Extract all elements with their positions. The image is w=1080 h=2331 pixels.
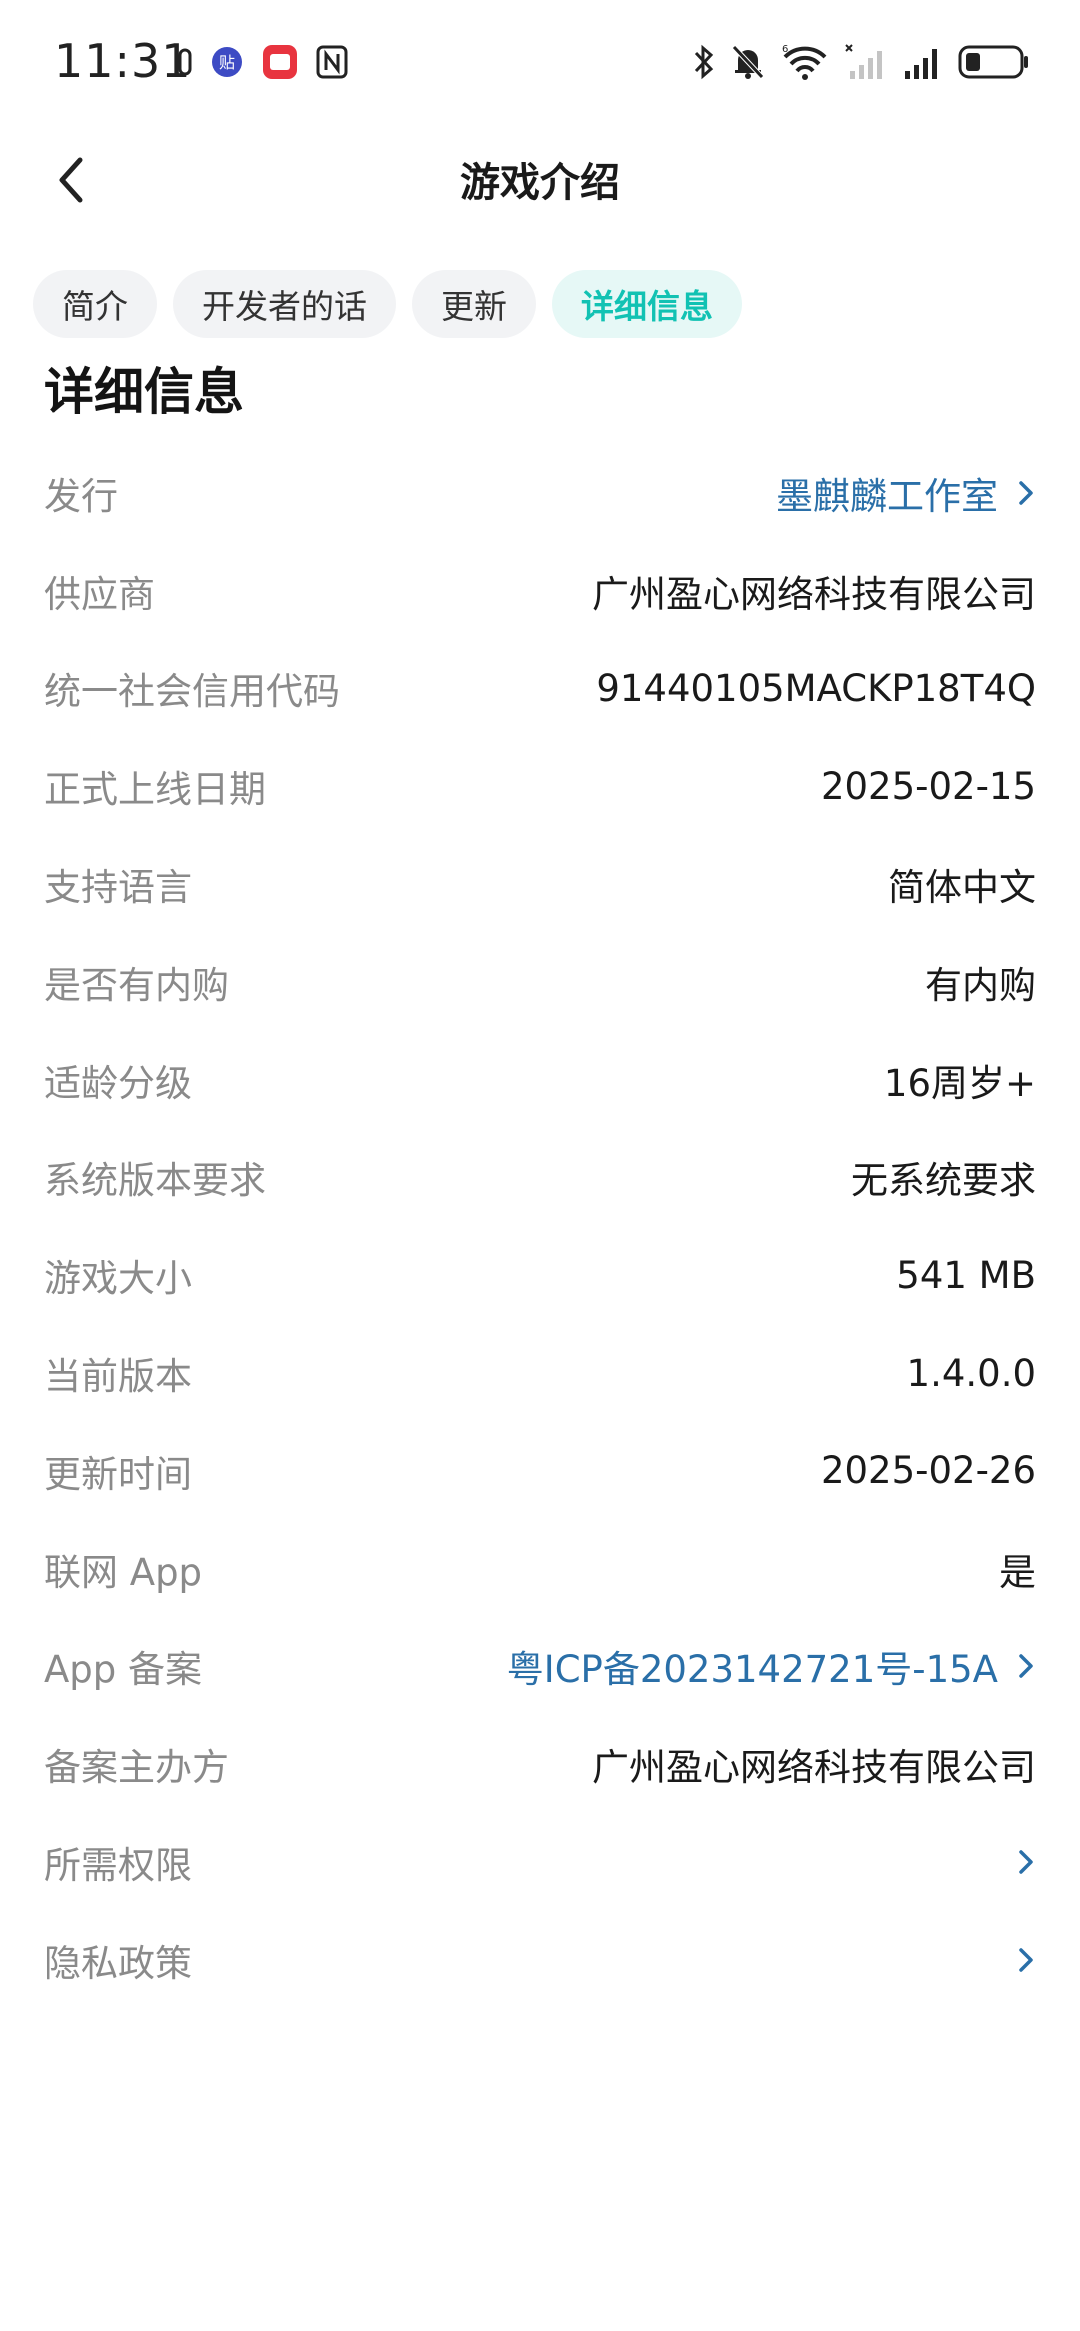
row-label: 系统版本要求 [44, 1159, 266, 1203]
row-label: 更新时间 [44, 1452, 192, 1496]
row-label: 正式上线日期 [44, 768, 266, 812]
row-value [998, 1847, 1036, 1877]
mute-bell-icon [732, 45, 764, 79]
chevron-right-icon [1019, 1654, 1033, 1679]
row-current-version: 当前版本 1.4.0.0 [44, 1324, 1036, 1422]
row-label: 游戏大小 [44, 1257, 192, 1301]
row-label: 隐私政策 [44, 1941, 192, 1985]
row-label: 统一社会信用代码 [44, 670, 340, 714]
row-app-filing[interactable]: App 备案 粤ICP备2023142721号-15A [44, 1618, 1036, 1716]
row-label: 备案主办方 [44, 1746, 229, 1790]
row-supplier: 供应商 广州盈心网络科技有限公司 [44, 542, 1036, 640]
row-launch-date: 正式上线日期 2025-02-15 [44, 737, 1036, 835]
nfc-icon [316, 45, 348, 79]
row-value: 粤ICP备2023142721号-15A [507, 1639, 1036, 1693]
row-in-app-purchase: 是否有内购 有内购 [44, 933, 1036, 1031]
row-label: 适龄分级 [44, 1061, 192, 1105]
chevron-right-icon[interactable] [1016, 1945, 1036, 1975]
info-list: 发行 墨麒麟工作室 供应商 广州盈心网络科技有限公司 统一社会信用代码 9144… [44, 444, 1036, 2009]
page-title: 游戏介绍 [460, 160, 620, 206]
red-app-icon [263, 45, 297, 79]
row-languages: 支持语言 简体中文 [44, 835, 1036, 933]
signal-empty-icon [845, 44, 882, 79]
row-value: 无系统要求 [851, 1159, 1036, 1203]
row-permissions[interactable]: 所需权限 [44, 1813, 1036, 1911]
row-value: 简体中文 [888, 866, 1036, 910]
section-title: 详细信息 [44, 363, 244, 421]
row-game-size: 游戏大小 541 MB [44, 1226, 1036, 1324]
chevron-right-icon [1019, 481, 1033, 505]
row-label: 所需权限 [44, 1844, 192, 1888]
row-value [998, 1945, 1036, 1975]
status-time: 11:31 [54, 34, 192, 88]
tab-intro[interactable]: 简介 [33, 270, 157, 338]
row-filing-sponsor: 备案主办方 广州盈心网络科技有限公司 [44, 1715, 1036, 1813]
row-label: 是否有内购 [44, 963, 229, 1007]
row-value: 91440105MACKP18T4Q [596, 666, 1036, 710]
status-bar: 11:31 贴 6 [0, 0, 1080, 120]
row-label: 联网 App [44, 1550, 203, 1594]
row-credit-code: 统一社会信用代码 91440105MACKP18T4Q [44, 640, 1036, 738]
row-publisher[interactable]: 发行 墨麒麟工作室 [44, 444, 1036, 542]
row-update-time: 更新时间 2025-02-26 [44, 1422, 1036, 1520]
ring-icon [178, 48, 192, 76]
chevron-right-icon[interactable] [1016, 1847, 1036, 1877]
row-system-requirements: 系统版本要求 无系统要求 [44, 1129, 1036, 1227]
row-value: 2025-02-15 [820, 764, 1036, 808]
status-right-icons: 6 [692, 40, 1030, 84]
row-label: 支持语言 [44, 866, 192, 910]
publisher-link[interactable]: 墨麒麟工作室 [776, 466, 998, 520]
status-left-icons: 贴 [178, 42, 348, 82]
bluetooth-icon [694, 44, 714, 80]
row-label: 发行 [44, 474, 118, 518]
svg-text:贴: 贴 [219, 53, 235, 72]
row-value: 541 MB [896, 1253, 1036, 1297]
row-label: 供应商 [44, 572, 155, 616]
row-value: 16周岁+ [883, 1061, 1036, 1105]
app-badge-icon: 贴 [212, 47, 242, 77]
row-value: 广州盈心网络科技有限公司 [592, 1746, 1036, 1790]
tab-bar: 简介 开发者的话 更新 详细信息 [33, 270, 742, 338]
row-value: 墨麒麟工作室 [776, 466, 1036, 520]
signal-full-icon [905, 49, 937, 79]
row-privacy-policy[interactable]: 隐私政策 [44, 1911, 1036, 2009]
app-header: 游戏介绍 [0, 120, 1080, 240]
row-value: 广州盈心网络科技有限公司 [592, 572, 1036, 616]
wifi-icon: 6 [782, 44, 827, 80]
svg-text:6: 6 [782, 44, 788, 55]
tab-details[interactable]: 详细信息 [552, 270, 742, 338]
row-label: 当前版本 [44, 1355, 192, 1399]
row-value: 2025-02-26 [820, 1449, 1036, 1493]
tab-updates[interactable]: 更新 [412, 270, 536, 338]
tab-developer-notes[interactable]: 开发者的话 [173, 270, 396, 338]
filing-number-link[interactable]: 粤ICP备2023142721号-15A [507, 1639, 998, 1693]
row-value: 1.4.0.0 [906, 1351, 1036, 1395]
row-value: 有内购 [925, 963, 1036, 1007]
battery-icon [958, 45, 1028, 79]
row-value: 是 [999, 1550, 1036, 1594]
row-age-rating: 适龄分级 16周岁+ [44, 1031, 1036, 1129]
row-label: App 备案 [44, 1648, 203, 1692]
row-online-app: 联网 App 是 [44, 1520, 1036, 1618]
